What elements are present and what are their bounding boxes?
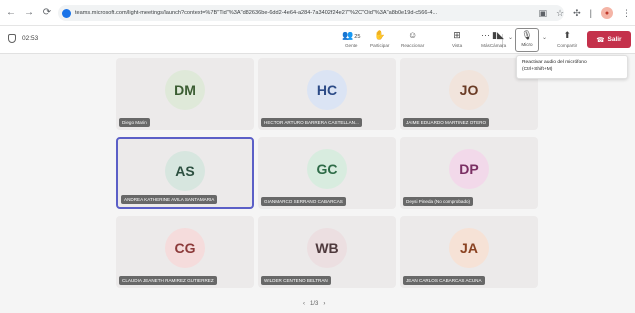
site-icon — [62, 8, 71, 18]
puzzle-icon[interactable]: ✣ — [573, 6, 581, 20]
avatar: DM — [165, 70, 205, 110]
participant-tile[interactable]: GC GIANMARCO SERRANO CABARCAS — [258, 137, 396, 209]
profile-icon[interactable]: ● — [601, 7, 613, 19]
participant-name: JEAN CARLOS CABARCAS ACUNA — [403, 276, 485, 285]
participant-tile[interactable]: HC HECTOR ARTURO BARRERA CASTELLAN... — [258, 58, 396, 130]
hand-icon: ✋ — [374, 30, 386, 40]
avatar: DP — [449, 149, 489, 189]
menu-icon[interactable]: ⋮ — [622, 6, 631, 20]
participant-name: Diego Marin — [119, 118, 150, 127]
people-icon: 👥25 — [342, 30, 361, 40]
participant-tile-active[interactable]: AS ANDREA KATHERINE AVILA SANTAMARIA — [116, 137, 254, 209]
participant-grid: DM Diego Marin HC HECTOR ARTURO BARRERA … — [0, 55, 635, 313]
url-text: teams.microsoft.com/light-meetings/launc… — [75, 10, 438, 16]
participant-tile[interactable]: DM Diego Marin — [116, 58, 254, 130]
camera-main[interactable]: ▮◣ Cámara — [488, 29, 508, 48]
participant-name: CLAUDIA JEANETH RAMIREZ GUTIERREZ — [119, 276, 217, 285]
share-button[interactable]: ⬆ Compartir — [557, 29, 577, 48]
avatar: JA — [449, 228, 489, 268]
tooltip-line: Reactivar audio del micrófono — [522, 60, 587, 65]
camera-off-icon: ▮◣ — [492, 30, 504, 40]
meeting-timer: 02:53 — [8, 34, 38, 43]
participant-name: HECTOR ARTURO BARRERA CASTELLAN... — [261, 118, 362, 127]
avatar: AS — [165, 151, 205, 191]
mic-button[interactable]: 🎙 Micro — [515, 28, 539, 52]
page-indicator: ‹ 1/3 › — [303, 301, 325, 307]
avatar: HC — [307, 70, 347, 110]
participant-tile[interactable]: CG CLAUDIA JEANETH RAMIREZ GUTIERREZ — [116, 216, 254, 288]
avatar: WB — [307, 228, 347, 268]
participant-name: JAIME EDUARDO MARTINEZ OTERO — [403, 118, 490, 127]
participant-tile[interactable]: WB WILDER CENTENO BELTRAN — [258, 216, 396, 288]
forward-icon[interactable]: → — [22, 6, 36, 20]
share-icon: ⬆ — [563, 30, 571, 40]
chevron-down-icon[interactable]: ⌄ — [542, 34, 547, 41]
participant-name: WILDER CENTENO BELTRAN — [261, 276, 331, 285]
shield-icon — [8, 34, 16, 43]
participant-tile[interactable]: JA JEAN CARLOS CABARCAS ACUNA — [400, 216, 538, 288]
browser-toolbar: ← → ⟳ teams.microsoft.com/light-meetings… — [0, 0, 635, 26]
page-label: 1/3 — [310, 301, 319, 307]
participant-name: GIANMARCO SERRANO CABARCAS — [261, 197, 346, 206]
avatar: CG — [165, 228, 205, 268]
grid-icon: ⊞ — [453, 30, 461, 40]
extension-icon[interactable]: ▣ — [539, 6, 548, 20]
meeting-toolbar: 02:53 👥25 Gente ✋ Participar ☺ Reacciona… — [0, 26, 635, 54]
timer-text: 02:53 — [22, 35, 39, 42]
chevron-left-icon[interactable]: ‹ — [303, 301, 305, 307]
avatar: JO — [449, 70, 489, 110]
participant-name: ANDREA KATHERINE AVILA SANTAMARIA — [121, 195, 218, 204]
phone-icon: ☎ — [596, 36, 605, 44]
chevron-down-icon[interactable]: ⌄ — [508, 34, 513, 41]
people-button[interactable]: 👥25 Gente — [342, 29, 360, 48]
address-bar[interactable]: teams.microsoft.com/light-meetings/launc… — [58, 5, 564, 21]
raise-hand-button[interactable]: ✋ Participar — [370, 29, 389, 48]
leave-button[interactable]: ☎ Salir — [587, 31, 631, 48]
chevron-right-icon[interactable]: › — [323, 301, 325, 307]
react-button[interactable]: ☺ Reaccionar — [401, 29, 424, 48]
avatar: GC — [307, 149, 347, 189]
mic-off-icon: 🎙 — [521, 30, 533, 40]
mic-tooltip: Reactivar audio del micrófono (Ctrl+Shif… — [516, 55, 628, 79]
participant-tile[interactable]: DP Deysi Pineda (No comprobado) — [400, 137, 538, 209]
view-button[interactable]: ⊞ Vista — [452, 29, 462, 48]
back-icon[interactable]: ← — [4, 6, 18, 20]
reload-icon[interactable]: ⟳ — [40, 6, 54, 20]
emoji-icon: ☺ — [408, 30, 418, 40]
star-icon[interactable]: ☆ — [556, 6, 564, 20]
participant-name: Deysi Pineda (No comprobado) — [403, 197, 474, 206]
tooltip-line: (Ctrl+Shift+M) — [522, 67, 553, 72]
divider: | — [589, 8, 592, 18]
